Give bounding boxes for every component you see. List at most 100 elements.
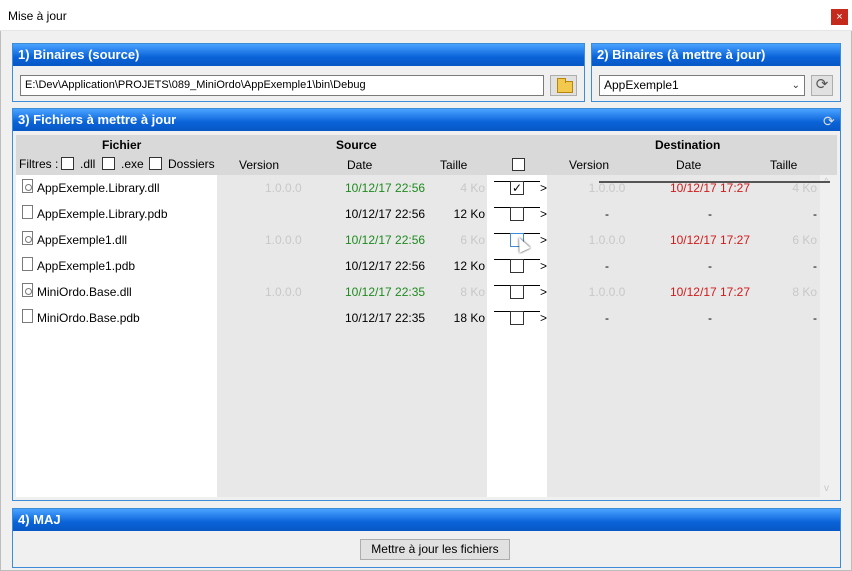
dest-size: 6 Ko <box>792 233 817 247</box>
row-select-checkbox[interactable] <box>510 259 524 273</box>
dest-size: - <box>813 311 817 325</box>
group-files: 3) Fichiers à mettre à jour ⟳ Fichier So… <box>12 108 841 501</box>
group-source-binaries: 1) Binaires (source) E:\Dev\Application\… <box>12 43 585 102</box>
header-src-date: Date <box>347 158 373 172</box>
target-app-select[interactable]: AppExemple1 ⌄ <box>599 75 805 96</box>
filters-label: Filtres : <box>19 157 59 171</box>
table-row: AppExemple.Library.dll 1.0.0.0 10/12/17 22… <box>13 175 843 201</box>
file-icon <box>22 309 33 323</box>
refresh-targets-button[interactable]: ⟳ <box>811 75 833 96</box>
arrow-icon: > <box>540 181 548 195</box>
row-select-checkbox[interactable] <box>510 207 524 221</box>
source-size: 18 Ko <box>453 311 485 325</box>
filter-exe-checkbox[interactable] <box>102 157 115 170</box>
group-target-title: 2) Binaires (à mettre à jour) <box>592 44 840 66</box>
close-button[interactable]: × <box>831 9 848 25</box>
connector-line-left <box>494 259 510 260</box>
scroll-down-icon[interactable]: v <box>824 483 829 494</box>
connector-line-left <box>494 285 510 286</box>
dest-date: 10/12/17 17:27 <box>669 233 751 247</box>
filter-dll-label: .dll <box>80 157 96 171</box>
group-files-title: 3) Fichiers à mettre à jour <box>13 109 840 131</box>
connector-line-left <box>494 233 510 234</box>
arrow-icon: > <box>540 233 548 247</box>
dll-file-icon <box>22 179 33 193</box>
select-all-checkbox[interactable] <box>512 158 525 171</box>
source-path-input[interactable]: E:\Dev\Application\PROJETS\089_MiniOrdo\… <box>20 75 544 96</box>
dest-size: 8 Ko <box>792 285 817 299</box>
source-date: 10/12/17 22:35 <box>345 285 426 299</box>
source-date: 10/12/17 22:56 <box>345 181 426 195</box>
source-size: 12 Ko <box>453 207 485 221</box>
header-dst-version: Version <box>569 158 610 172</box>
connector-line-left <box>494 181 510 182</box>
dll-file-icon <box>22 283 33 297</box>
row-select-checkbox[interactable] <box>510 311 524 325</box>
folder-icon <box>557 78 573 93</box>
row-select-checkbox[interactable]: ✓ <box>510 181 524 195</box>
dest-size: - <box>813 259 817 273</box>
group-source-title: 1) Binaires (source) <box>13 44 584 66</box>
table-row: AppExemple1.pdb 10/12/17 22:56 12 Ko > - - - <box>13 253 843 279</box>
file-name: AppExemple1.pdb <box>37 259 136 273</box>
client-area: 1) Binaires (source) E:\Dev\Application\… <box>0 31 852 571</box>
dest-version: 1.0.0.0 <box>588 285 626 299</box>
source-version: 1.0.0.0 <box>265 181 302 195</box>
file-name: MiniOrdo.Base.dll <box>37 285 132 299</box>
dest-date: - <box>708 259 712 273</box>
connector-line-left <box>494 207 510 208</box>
header-src-taille: Taille <box>440 158 468 172</box>
browse-folder-button[interactable] <box>550 75 577 96</box>
source-size: 8 Ko <box>460 285 485 299</box>
overwrite-strike-line <box>599 181 830 183</box>
file-name: AppExemple.Library.dll <box>37 181 160 195</box>
dest-size: 4 Ko <box>792 181 817 195</box>
file-name: AppExemple.Library.pdb <box>37 207 168 221</box>
dest-size: - <box>813 207 817 221</box>
arrow-icon: > <box>540 285 548 299</box>
header-fichier: Fichier <box>102 138 142 152</box>
group-update: 4) MAJ Mettre à jour les fichiers <box>12 508 841 568</box>
source-date: 10/12/17 22:56 <box>345 207 426 221</box>
table-row: AppExemple1.dll 1.0.0.0 10/12/17 22:56 6 Ko… <box>13 227 843 253</box>
filter-exe-label: .exe <box>121 157 144 171</box>
header-destination: Destination <box>655 138 721 152</box>
title-bar: Mise à jour × <box>0 0 852 31</box>
source-version: 1.0.0.0 <box>265 233 302 247</box>
header-dst-date: Date <box>676 158 702 172</box>
update-files-button[interactable]: Mettre à jour les fichiers <box>360 539 510 560</box>
table-row: MiniOrdo.Base.pdb 10/12/17 22:35 18 Ko > - - - <box>13 305 843 331</box>
file-name: AppExemple1.dll <box>37 233 128 247</box>
target-app-selected: AppExemple1 <box>604 78 679 92</box>
file-name: MiniOrdo.Base.pdb <box>37 311 140 325</box>
filter-dll-checkbox[interactable] <box>61 157 74 170</box>
dll-file-icon <box>22 231 33 245</box>
source-size: 12 Ko <box>453 259 485 273</box>
file-icon <box>22 205 33 219</box>
dest-date: 10/12/17 17:27 <box>669 181 751 195</box>
dest-version: - <box>605 207 609 221</box>
connector-line-right <box>524 259 540 260</box>
group-update-title: 4) MAJ <box>13 509 840 531</box>
arrow-icon: > <box>540 207 548 221</box>
connector-line-left <box>494 311 510 312</box>
file-icon <box>22 257 33 271</box>
source-version: 1.0.0.0 <box>265 285 302 299</box>
window-title: Mise à jour <box>8 9 67 23</box>
dest-date: 10/12/17 17:27 <box>669 285 751 299</box>
refresh-files-icon[interactable]: ⟳ <box>823 112 835 130</box>
header-dst-taille: Taille <box>770 158 798 172</box>
table-row: AppExemple.Library.pdb 10/12/17 22:56 12 K… <box>13 201 843 227</box>
group-target-binaries: 2) Binaires (à mettre à jour) AppExemple… <box>591 43 841 102</box>
dest-version: - <box>605 259 609 273</box>
filter-folders-checkbox[interactable] <box>149 157 162 170</box>
row-select-checkbox[interactable] <box>510 285 524 299</box>
dest-version: 1.0.0.0 <box>588 181 626 195</box>
arrow-icon: > <box>540 311 548 325</box>
table-row: MiniOrdo.Base.dll 1.0.0.0 10/12/17 22:35 8 … <box>13 279 843 305</box>
dest-version: - <box>605 311 609 325</box>
filter-folders-label: Dossiers <box>168 157 215 171</box>
dest-date: - <box>708 207 712 221</box>
dest-version: 1.0.0.0 <box>588 233 626 247</box>
connector-line-right <box>524 233 540 234</box>
